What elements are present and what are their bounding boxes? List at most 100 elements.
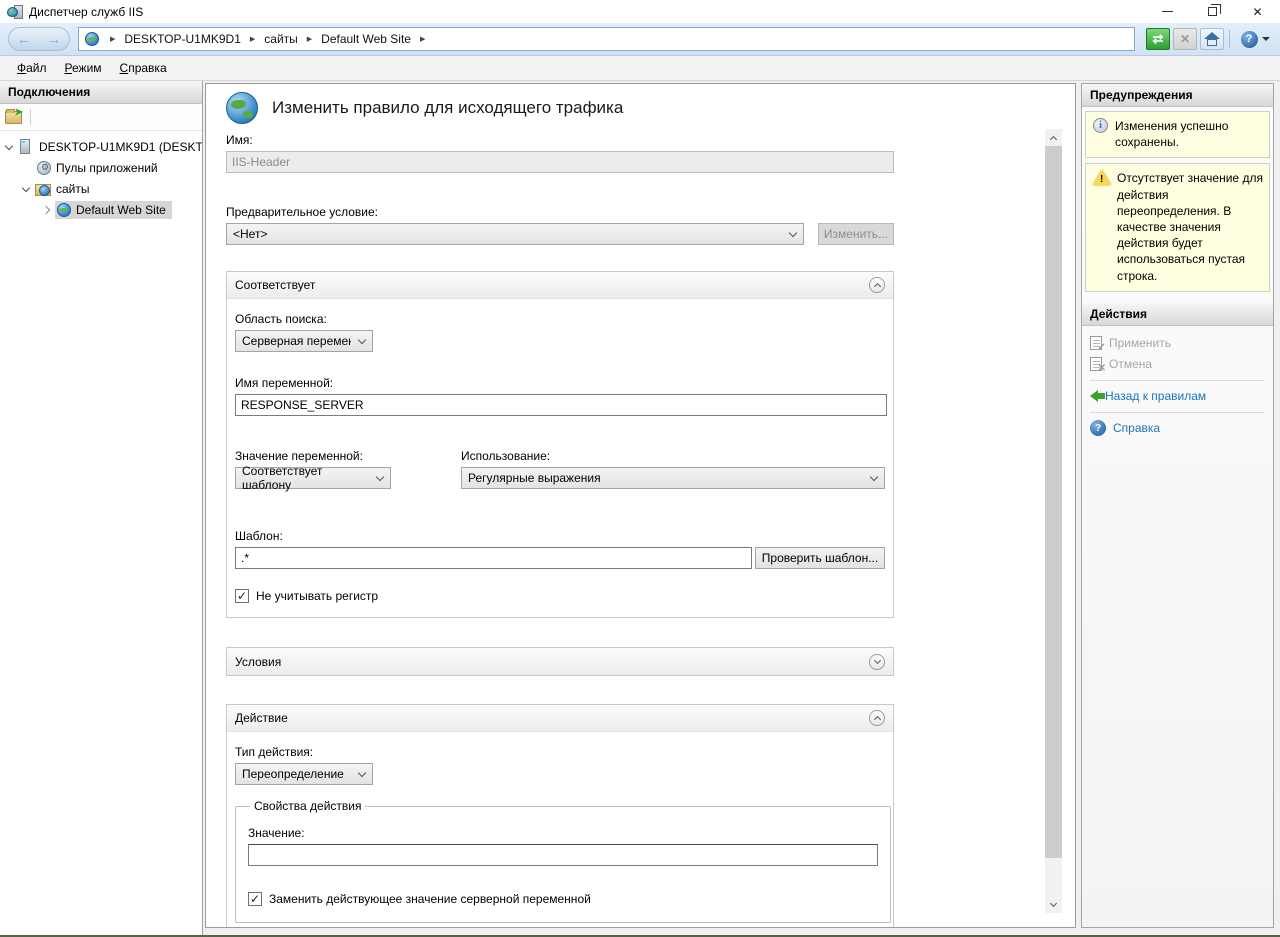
title-bar: Диспетчер служб IIS ✕ <box>0 0 1280 23</box>
tree-item-server[interactable]: DESKTOP-U1MK9D1 (DESKTOP <box>0 136 202 157</box>
page-title: Изменить правило для исходящего трафика <box>272 98 623 118</box>
refresh-icon: ⇄ <box>1153 31 1164 47</box>
menu-file[interactable]: Файл <box>8 57 56 79</box>
close-icon: ✕ <box>1252 5 1262 19</box>
rule-edit-panel: Изменить правило для исходящего трафика … <box>205 83 1076 928</box>
name-field[interactable]: IIS-Header <box>226 151 894 173</box>
menu-view[interactable]: Режим <box>56 57 111 79</box>
close-button[interactable]: ✕ <box>1235 0 1280 23</box>
match-section: Соответствует Область поиска: Серверная … <box>226 271 894 618</box>
connections-tree: DESKTOP-U1MK9D1 (DESKTOP Пулы приложений… <box>0 131 202 935</box>
restore-button[interactable] <box>1190 0 1235 23</box>
precondition-label: Предварительное условие: <box>226 205 896 219</box>
divider <box>1090 412 1265 413</box>
tree-item-sites[interactable]: сайты <box>0 178 202 199</box>
cancel-icon: ✕ <box>1090 357 1102 371</box>
help-menu-button[interactable]: ? <box>1238 28 1272 50</box>
scope-select[interactable]: Серверная переменн <box>235 330 373 352</box>
expander-right-icon[interactable] <box>42 205 50 213</box>
chevron-down-icon <box>789 229 797 237</box>
edit-precondition-button[interactable]: Изменить... <box>818 223 894 245</box>
name-label: Имя: <box>226 133 896 147</box>
help-link[interactable]: ? Справка <box>1090 418 1265 439</box>
conditions-section-title: Условия <box>235 655 281 669</box>
chevron-down-icon <box>870 473 878 481</box>
breadcrumb-separator-icon: ▶ <box>420 35 425 43</box>
action-type-value: Переопределение <box>242 767 344 781</box>
match-section-title: Соответствует <box>235 278 315 292</box>
action-type-select[interactable]: Переопределение <box>235 763 373 785</box>
variable-name-field[interactable]: RESPONSE_SERVER <box>235 394 887 416</box>
scope-value: Серверная переменн <box>242 334 351 348</box>
scroll-up-button[interactable] <box>1045 129 1062 146</box>
breadcrumb-site[interactable]: Default Web Site <box>321 32 411 46</box>
back-button[interactable]: ← <box>17 32 31 46</box>
navigation-pill: ← → <box>8 27 70 51</box>
ignore-case-checkbox[interactable]: ✓ <box>235 589 249 603</box>
chevron-down-icon <box>358 769 366 777</box>
scrollbar-thumb[interactable] <box>1045 146 1062 858</box>
globe-icon <box>85 32 99 46</box>
action-section-title: Действие <box>235 711 288 725</box>
sites-folder-icon <box>35 184 51 196</box>
value-match-select[interactable]: Соответствует шаблону <box>235 467 391 489</box>
expander-down-icon[interactable] <box>22 183 30 191</box>
minimize-button[interactable] <box>1145 0 1190 23</box>
forward-button[interactable]: → <box>47 32 61 46</box>
info-icon: i <box>1093 118 1108 133</box>
help-icon: ? <box>1090 420 1106 436</box>
cancel-button[interactable]: ✕ Отмена <box>1090 354 1265 375</box>
replace-value-checkbox[interactable]: ✓ <box>248 892 262 906</box>
expander-down-icon[interactable] <box>5 141 13 149</box>
test-pattern-button[interactable]: Проверить шаблон... <box>755 547 885 569</box>
breadcrumb-sites[interactable]: сайты <box>264 32 298 46</box>
back-to-rules-link[interactable]: Назад к правилам <box>1090 386 1265 407</box>
alert-text: Отсутствует значение для действия переоп… <box>1117 170 1263 283</box>
variable-name-label: Имя переменной: <box>235 376 885 390</box>
tree-item-default-web-site[interactable]: Default Web Site <box>0 199 202 220</box>
value-field[interactable] <box>248 844 878 866</box>
scroll-down-button[interactable] <box>1045 896 1062 913</box>
breadcrumb-separator-icon: ▶ <box>250 35 255 43</box>
apply-button[interactable]: ✓ Применить <box>1090 333 1265 354</box>
back-to-rules-label: Назад к правилам <box>1105 389 1206 403</box>
collapse-button[interactable] <box>869 277 885 293</box>
precondition-select[interactable]: <Нет> <box>226 223 804 245</box>
connections-toolbar: ➤ <box>0 104 202 131</box>
action-properties-group: Свойства действия Значение: ✓ Заменить д… <box>235 799 891 923</box>
precondition-value: <Нет> <box>233 227 267 241</box>
chevron-down-icon <box>1050 899 1057 906</box>
toolbar-divider <box>1229 30 1230 48</box>
address-breadcrumb[interactable]: ▶ DESKTOP-U1MK9D1 ▶ сайты ▶ Default Web … <box>78 27 1135 51</box>
tree-item-label: Пулы приложений <box>56 161 158 175</box>
usage-select[interactable]: Регулярные выражения <box>461 467 885 489</box>
tree-item-label: сайты <box>56 182 90 196</box>
cancel-label: Отмена <box>1109 357 1152 371</box>
chevron-down-icon <box>376 473 384 481</box>
vertical-scrollbar[interactable] <box>1045 129 1062 913</box>
check-icon: ✓ <box>250 893 260 905</box>
pattern-field[interactable]: .* <box>235 547 752 569</box>
chevron-up-icon <box>873 283 880 290</box>
stop-icon: ✕ <box>1180 32 1190 46</box>
expand-button[interactable] <box>869 654 885 670</box>
home-button[interactable] <box>1200 28 1224 50</box>
tree-item-app-pools[interactable]: Пулы приложений <box>0 157 202 178</box>
back-arrow-icon <box>1090 390 1098 402</box>
value-match-value: Соответствует шаблону <box>242 464 369 492</box>
alert-info: i Изменения успешно сохранены. <box>1085 111 1270 158</box>
task-pane: Предупреждения i Изменения успешно сохра… <box>1081 83 1274 928</box>
stop-button[interactable]: ✕ <box>1173 28 1197 50</box>
page-globe-icon <box>226 92 258 124</box>
window-title: Диспетчер служб IIS <box>29 5 1145 19</box>
refresh-button[interactable]: ⇄ <box>1146 28 1170 50</box>
warning-icon: ! <box>1093 170 1111 185</box>
scope-label: Область поиска: <box>235 312 885 326</box>
connections-header: Подключения <box>0 81 202 104</box>
breadcrumb-server[interactable]: DESKTOP-U1MK9D1 <box>124 32 240 46</box>
collapse-button[interactable] <box>869 710 885 726</box>
save-connection-icon[interactable]: ➤ <box>5 111 22 124</box>
menu-help[interactable]: Справка <box>111 57 176 79</box>
connections-panel: Подключения ➤ DESKTOP-U1MK9D1 (DESKTOP П… <box>0 81 203 935</box>
breadcrumb-separator-icon: ▶ <box>307 35 312 43</box>
